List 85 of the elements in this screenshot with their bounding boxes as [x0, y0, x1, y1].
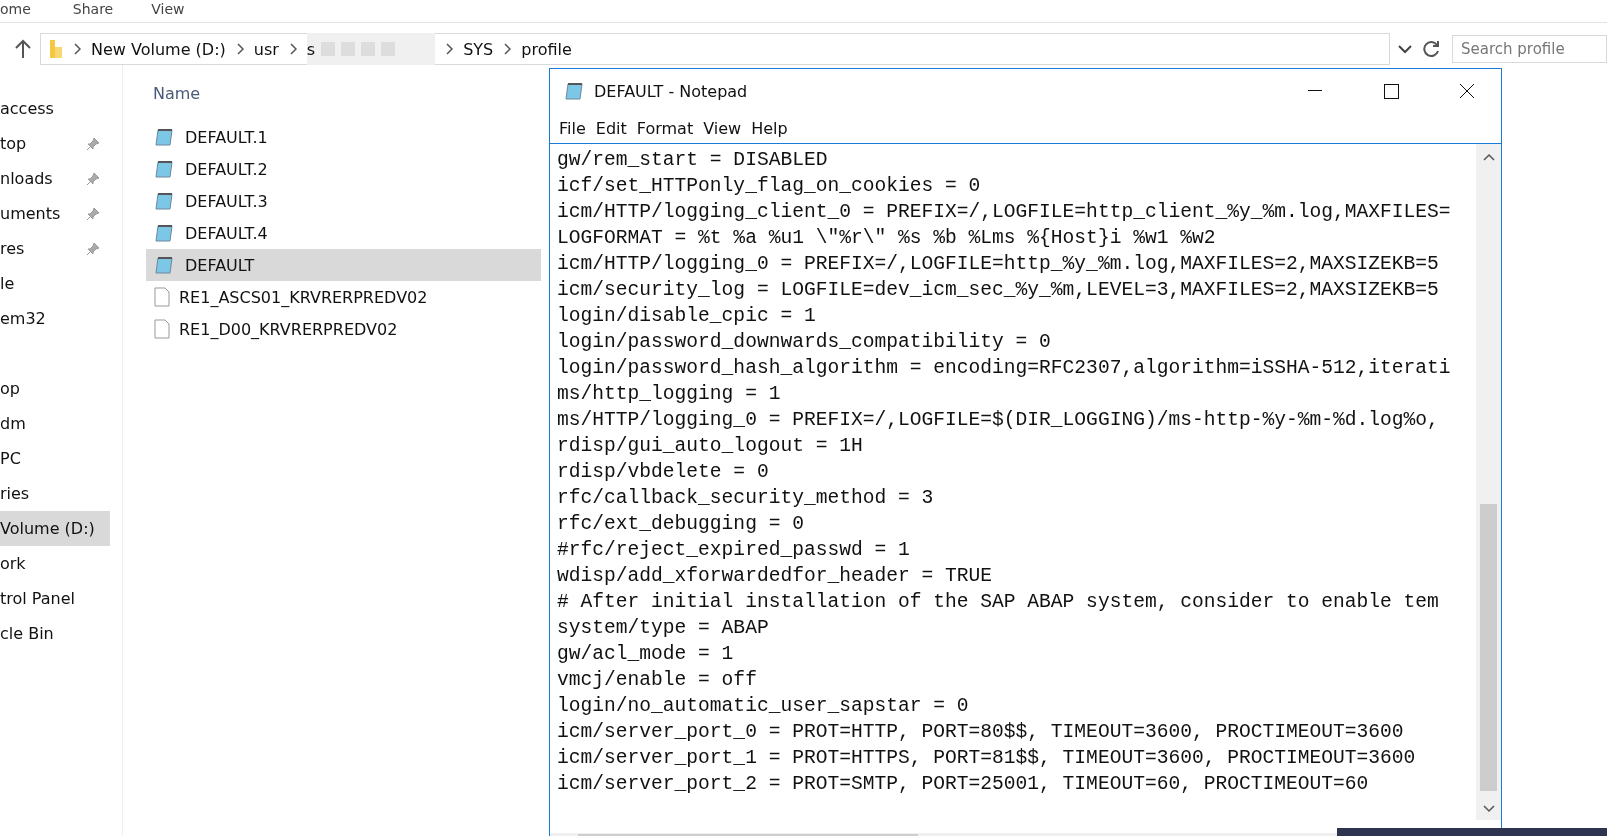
- text-line: icm/HTTP/logging_0 = PREFIX=/,LOGFILE=http_%y_%m.log,MAXFILES=2,MAXSIZEKB=5: [557, 252, 1440, 277]
- sidebar-item[interactable]: Volume (D:): [0, 511, 110, 546]
- maximize-icon: [1383, 83, 1399, 99]
- search-field[interactable]: Search profile: [1452, 35, 1607, 63]
- file-row[interactable]: DEFAULT: [146, 249, 541, 281]
- text-line: login/password_hash_algorithm = encoding=RFC2307,algorithm=iSSHA-512,iterati: [557, 356, 1452, 381]
- address-bar[interactable]: New Volume (D:) usr s SYS profile: [40, 33, 1390, 65]
- text-line: icm/server_port_1 = PROT=HTTPS, PORT=81$$, TIMEOUT=3600, PROCTIMEOUT=3600: [557, 746, 1417, 771]
- file-row[interactable]: DEFAULT.3: [146, 185, 541, 217]
- text-line: icf/set_HTTPonly_flag_on_cookies = 0: [557, 174, 982, 199]
- notepad-icon: [564, 81, 586, 101]
- vertical-scrollbar[interactable]: [1476, 144, 1501, 820]
- menu-item[interactable]: File: [554, 118, 591, 138]
- sidebar-item[interactable]: em32: [0, 301, 110, 336]
- sidebar-item[interactable]: uments: [0, 196, 110, 231]
- text-line: login/password_downwards_compatibility = 0: [557, 330, 1052, 355]
- breadcrumb[interactable]: profile: [521, 39, 572, 59]
- file-row[interactable]: DEFAULT.1: [146, 121, 541, 153]
- redacted-crumb: s: [306, 33, 436, 65]
- sidebar-item[interactable]: nloads: [0, 161, 110, 196]
- file-row[interactable]: DEFAULT.4: [146, 217, 541, 249]
- menu-item[interactable]: Format: [631, 118, 699, 138]
- menu-item[interactable]: Edit: [590, 118, 632, 138]
- sidebar-item[interactable]: dm: [0, 406, 110, 441]
- chevron-icon: [503, 43, 512, 55]
- text-line: gw/rem_start = DISABLED: [557, 148, 829, 173]
- text-line: login/disable_cpic = 1: [557, 304, 817, 329]
- notepad-icon: [154, 255, 176, 275]
- chevron-icon: [73, 43, 81, 55]
- text-line: ms/http_logging = 1: [557, 382, 782, 407]
- sidebar-item[interactable]: PC: [0, 441, 110, 476]
- minimize-icon: [1308, 90, 1322, 92]
- notepad-icon: [154, 191, 176, 211]
- file-icon: [154, 319, 170, 339]
- menu-item[interactable]: Help: [746, 118, 793, 138]
- menu-item[interactable]: View: [698, 118, 747, 138]
- sidebar-item[interactable]: res: [0, 231, 110, 266]
- sidebar-item[interactable]: ries: [0, 476, 110, 511]
- text-line: #rfc/reject_expired_passwd = 1: [557, 538, 911, 563]
- text-line: system/type = ABAP: [557, 616, 770, 641]
- text-line: # After initial installation of the SAP ABAP system, consider to enable tem: [557, 590, 1440, 615]
- text-line: rfc/ext_debugging = 0: [557, 512, 805, 537]
- text-line: icm/server_port_2 = PROT=SMTP, PORT=25001, TIMEOUT=60, PROCTIMEOUT=60: [557, 772, 1370, 797]
- sidebar-item[interactable]: le: [0, 266, 110, 301]
- ribbon-tab[interactable]: Share: [72, 2, 114, 22]
- file-row[interactable]: RE1_ASCS01_KRVRERPREDV02: [146, 281, 541, 313]
- sidebar-item[interactable]: cle Bin: [0, 616, 110, 651]
- chevron-icon: [288, 43, 297, 55]
- breadcrumb[interactable]: usr: [253, 39, 279, 59]
- chevron-icon: [445, 43, 454, 55]
- text-line: ms/HTTP/logging_0 = PREFIX=/,LOGFILE=$(DIR_LOGGING)/ms-http-%y-%m-%d.log%o,: [557, 408, 1440, 433]
- file-row[interactable]: DEFAULT.2: [146, 153, 541, 185]
- text-line: icm/security_log = LOGFILE=dev_icm_sec_%y_%m,LEVEL=3,MAXFILES=2,MAXSIZEKB=5: [557, 278, 1440, 303]
- text-line: rdisp/vbdelete = 0: [557, 460, 770, 485]
- notepad-icon: [154, 127, 176, 147]
- text-line: LOGFORMAT = %t %a %u1 \"%r\" %s %b %Lms %{Host}i %w1 %w2: [557, 226, 1217, 251]
- notepad-icon: [154, 223, 176, 243]
- column-header[interactable]: Name: [153, 77, 201, 109]
- ribbon-tab[interactable]: View: [151, 2, 185, 22]
- text-line: vmcj/enable = off: [557, 668, 758, 693]
- sidebar-item[interactable]: access: [0, 91, 110, 126]
- text-line: wdisp/add_xforwardedfor_header = TRUE: [557, 564, 994, 589]
- window-title: DEFAULT - Notepad: [594, 81, 749, 101]
- notepad-icon: [154, 159, 176, 179]
- file-icon: [154, 287, 170, 307]
- breadcrumb[interactable]: New Volume (D:): [91, 39, 226, 59]
- sidebar-item[interactable]: top: [0, 126, 110, 161]
- text-line: icm/server_port_0 = PROT=HTTP, PORT=80$$, TIMEOUT=3600, PROCTIMEOUT=3600: [557, 720, 1405, 745]
- sidebar-item[interactable]: trol Panel: [0, 581, 110, 616]
- text-line: login/no_automatic_user_sapstar = 0: [557, 694, 970, 719]
- ribbon-tab[interactable]: ome: [0, 2, 31, 22]
- text-line: gw/acl_mode = 1: [557, 642, 735, 667]
- up-arrow-icon[interactable]: [14, 39, 32, 59]
- text-line: rdisp/gui_auto_logout = 1H: [557, 434, 864, 459]
- text-line: icm/HTTP/logging_client_0 = PREFIX=/,LOGFILE=http_client_%y_%m.log,MAXFILES=: [557, 200, 1452, 225]
- sidebar-item[interactable]: op: [0, 371, 110, 406]
- file-row[interactable]: RE1_D00_KRVRERPREDV02: [146, 313, 541, 345]
- refresh-icon: [1423, 40, 1441, 58]
- chevron-down-icon[interactable]: [1398, 44, 1412, 54]
- folder-icon: [49, 39, 63, 59]
- close-icon: [1459, 83, 1475, 99]
- chevron-icon: [235, 43, 244, 55]
- text-line: rfc/callback_security_method = 3: [557, 486, 935, 511]
- sidebar-item[interactable]: ork: [0, 546, 110, 581]
- breadcrumb[interactable]: SYS: [463, 39, 494, 59]
